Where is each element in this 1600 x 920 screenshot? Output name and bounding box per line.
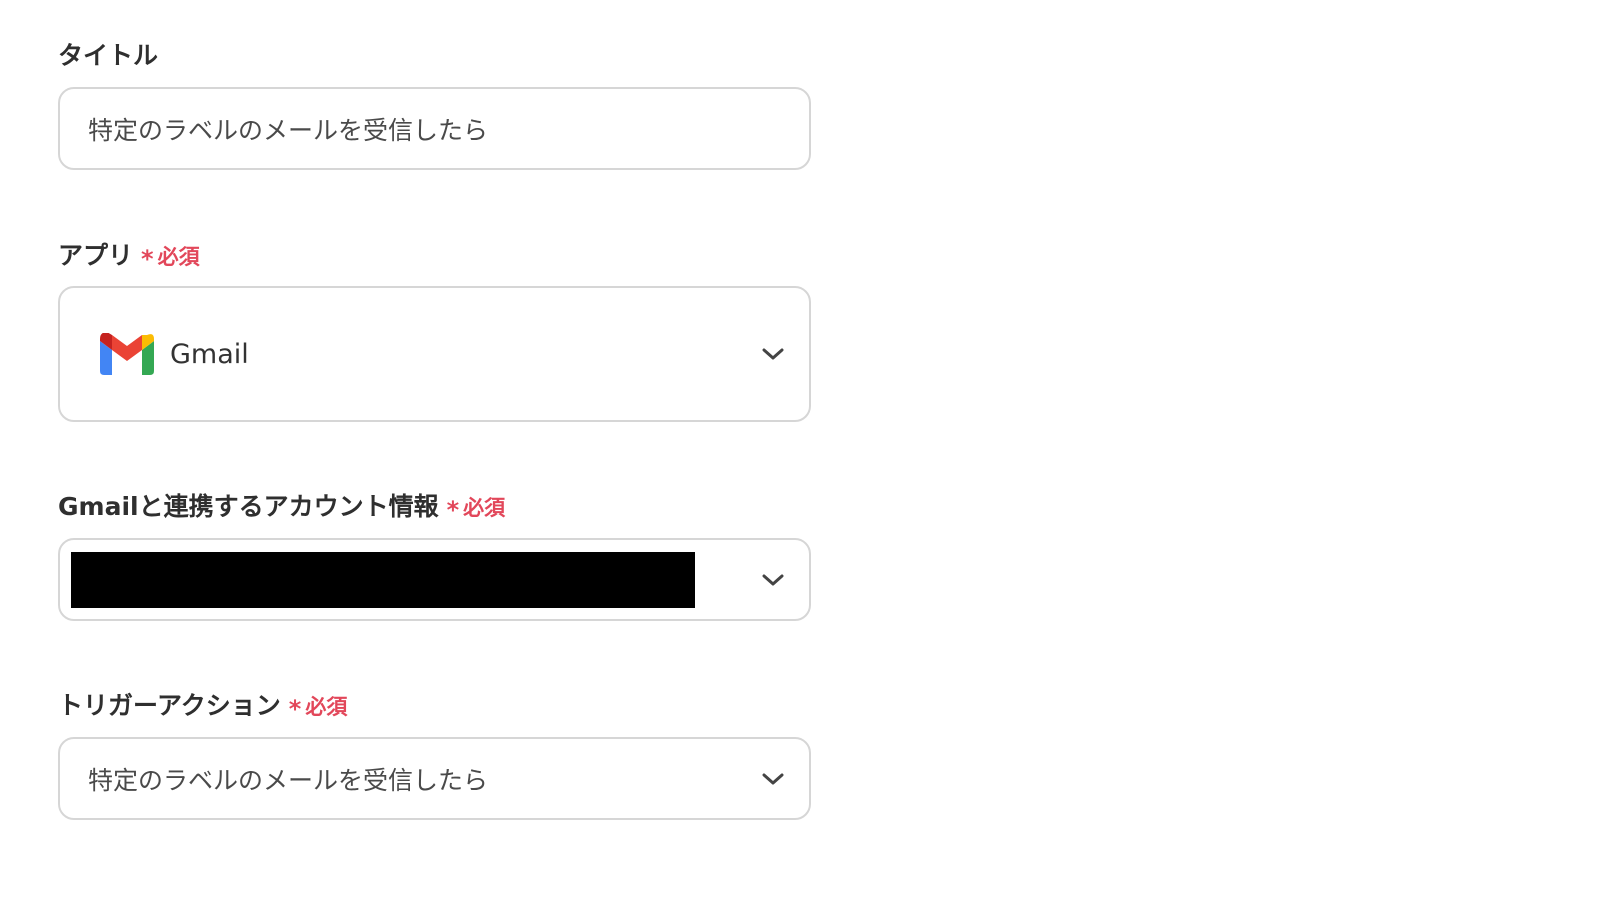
gmail-logo-icon (100, 333, 154, 375)
account-label: Gmailと連携するアカウント情報 * 必須 (58, 487, 506, 524)
title-input-value: 特定のラベルのメールを受信したら (88, 115, 489, 145)
app-label: アプリ * 必須 (58, 236, 200, 273)
account-label-text: Gmailと連携するアカウント情報 (58, 492, 439, 521)
app-label-text: アプリ (58, 241, 134, 270)
required-text: 必須 (157, 245, 200, 269)
trigger-label-text: トリガーアクション (58, 691, 281, 720)
trigger-select-value: 特定のラベルのメールを受信したら (88, 765, 489, 795)
title-input[interactable]: 特定のラベルのメールを受信したら (58, 87, 811, 170)
trigger-label: トリガーアクション * 必須 (58, 686, 348, 723)
app-select[interactable]: Gmail (58, 286, 811, 422)
chevron-down-icon[interactable] (759, 566, 787, 594)
app-select-value: Gmail (170, 338, 249, 370)
trigger-select[interactable]: 特定のラベルのメールを受信したら (58, 737, 811, 820)
account-select[interactable] (58, 538, 811, 621)
required-text: 必須 (463, 496, 506, 520)
redacted-account-value (71, 552, 695, 608)
required-asterisk: * (141, 245, 154, 273)
title-label: タイトル (58, 36, 158, 72)
title-label-text: タイトル (58, 41, 159, 70)
required-asterisk: * (288, 695, 302, 723)
required-asterisk: * (446, 496, 460, 524)
chevron-down-icon[interactable] (759, 340, 787, 368)
required-text: 必須 (305, 695, 348, 719)
chevron-down-icon[interactable] (759, 765, 787, 793)
